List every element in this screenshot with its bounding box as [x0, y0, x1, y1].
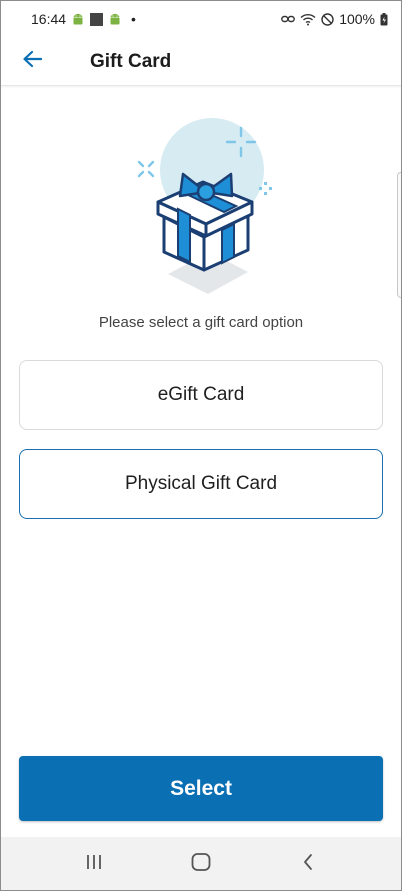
status-left: 16:44 •: [31, 11, 136, 27]
wifi-icon: [300, 13, 316, 26]
egift-card-option[interactable]: eGift Card: [19, 360, 383, 430]
status-right: 100%: [281, 11, 388, 27]
system-back-button[interactable]: [278, 837, 338, 891]
app-bar: Gift Card: [0, 38, 402, 86]
home-icon: [191, 852, 211, 876]
gift-illustration: [128, 112, 278, 297]
arrow-left-icon: [22, 50, 43, 73]
status-time: 16:44: [31, 11, 67, 27]
physical-gift-card-option[interactable]: Physical Gift Card: [19, 449, 383, 519]
system-nav-bar: [0, 837, 402, 891]
android-icon: [109, 13, 121, 26]
android-icon: [72, 13, 84, 26]
battery-percent: 100%: [339, 11, 375, 27]
do-not-disturb-icon: [321, 12, 334, 26]
page-title: Gift Card: [90, 50, 172, 72]
select-button-label: Select: [170, 776, 232, 800]
recents-button[interactable]: [64, 837, 124, 891]
notification-square-icon: [90, 12, 104, 26]
back-button[interactable]: [17, 38, 47, 86]
home-button[interactable]: [171, 837, 231, 891]
physical-gift-card-label: Physical Gift Card: [124, 473, 278, 494]
scroll-indicator: [397, 172, 402, 298]
egift-card-label: eGift Card: [157, 384, 245, 405]
status-bar: 16:44 • 100%: [0, 0, 402, 38]
recents-icon: [85, 854, 103, 875]
link-icon: [281, 14, 296, 24]
gift-box-icon: [137, 118, 272, 294]
notification-dot: •: [131, 11, 136, 27]
gift-card-prompt: Please select a gift card option: [98, 314, 304, 331]
chevron-left-icon: [302, 853, 314, 876]
select-button[interactable]: Select: [19, 756, 383, 821]
battery-charging-icon: [380, 12, 388, 26]
